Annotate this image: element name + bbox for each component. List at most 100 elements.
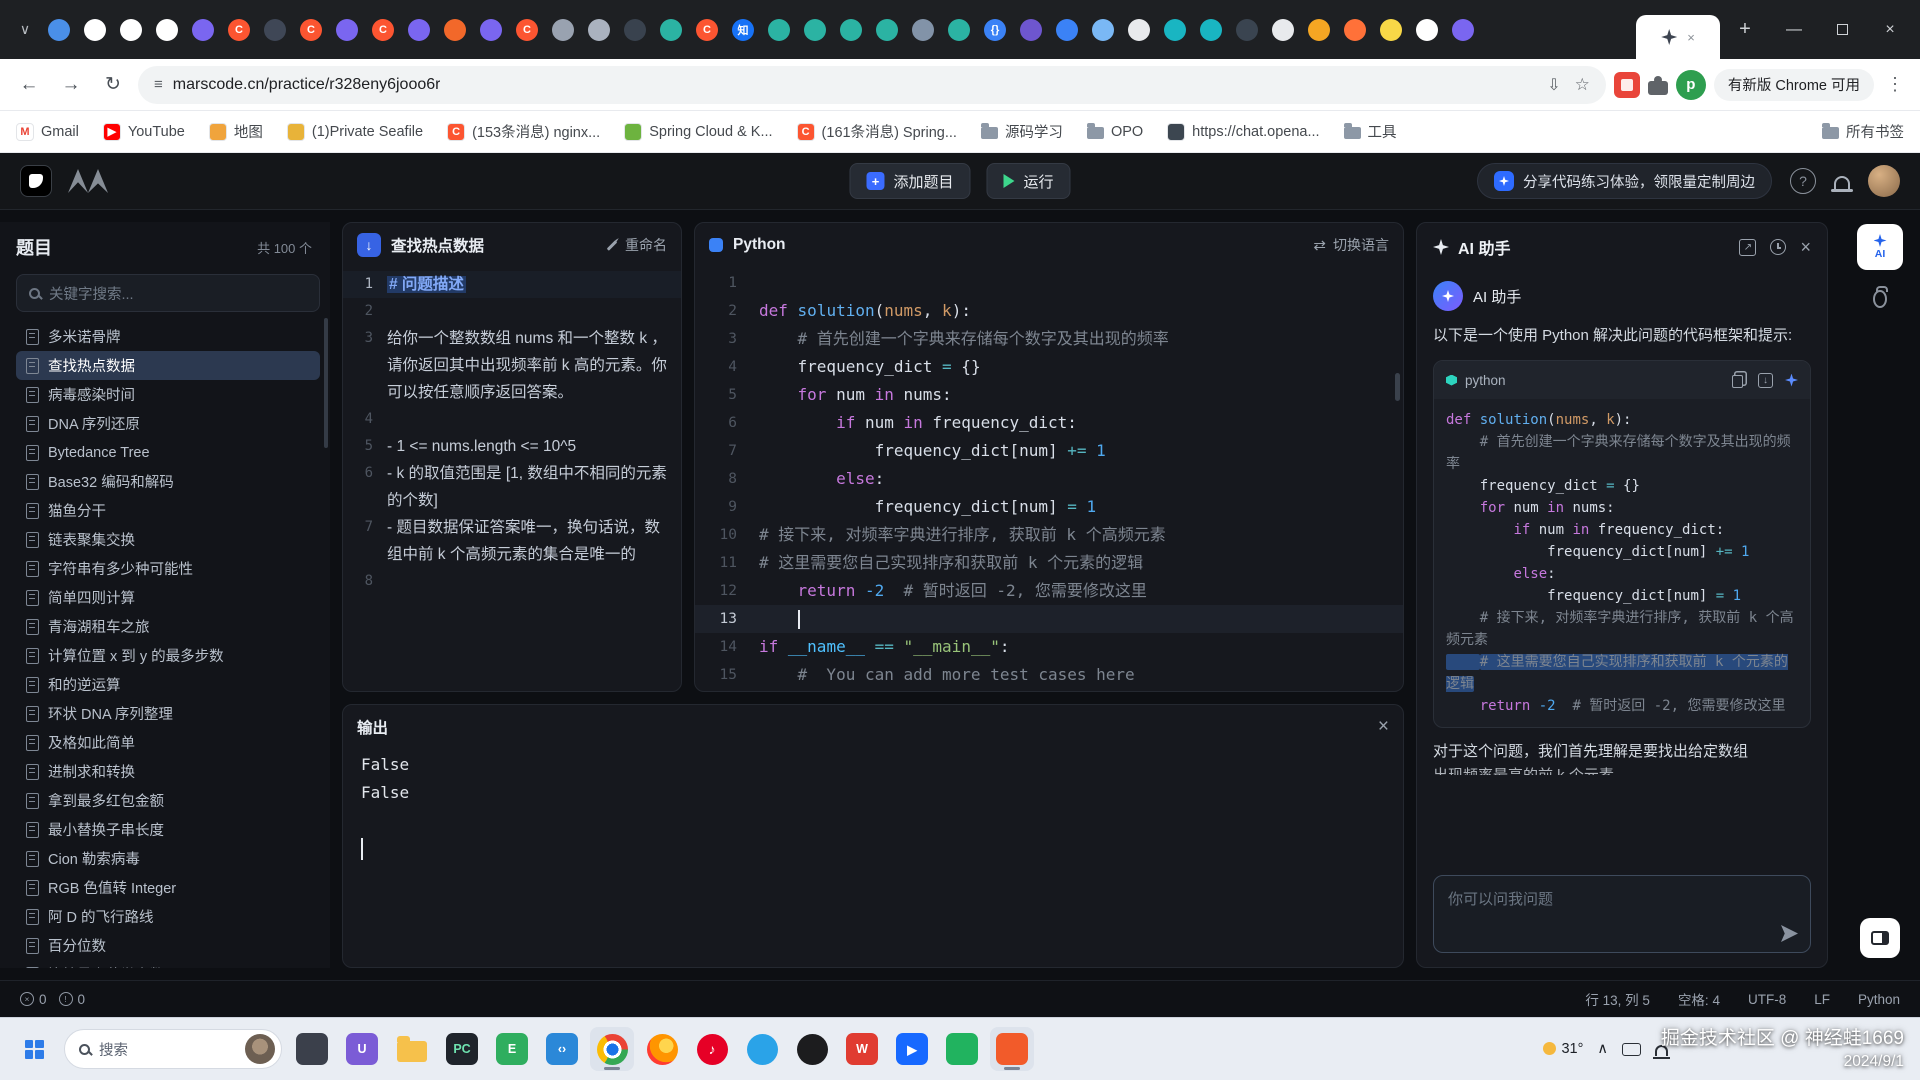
code-line[interactable]: 9 frequency_dict[num] = 1 — [695, 493, 1403, 521]
marscode-logo-icon[interactable] — [68, 169, 108, 193]
code-line[interactable]: 15 # You can add more test cases here — [695, 661, 1403, 689]
history-icon[interactable] — [1770, 239, 1786, 255]
problem-editor[interactable]: 1# 问题描述23给你一个整数数组 nums 和一个整数 k ，请你返回其中出现… — [343, 267, 681, 691]
taskbar-file-explorer[interactable] — [290, 1027, 334, 1071]
code-line[interactable]: 8 else: — [695, 465, 1403, 493]
panel-toggle-button[interactable] — [1860, 918, 1900, 958]
sidebar-item[interactable]: Base32 编码和解码 — [16, 467, 320, 496]
bookmark-item[interactable]: C(161条消息) Spring... — [797, 121, 957, 142]
tab-favicon[interactable] — [948, 19, 970, 41]
sidebar-scrollbar[interactable] — [324, 318, 328, 448]
tab-favicon[interactable]: {} — [984, 19, 1006, 41]
tab-favicon[interactable] — [192, 19, 214, 41]
taskbar-vscode[interactable]: ‹› — [540, 1027, 584, 1071]
chrome-update-button[interactable]: 有新版 Chrome 可用 — [1714, 69, 1874, 101]
tab-favicon[interactable] — [264, 19, 286, 41]
window-minimize-button[interactable]: — — [1770, 0, 1818, 59]
tab-favicon[interactable] — [1272, 19, 1294, 41]
bookmark-item[interactable]: https://chat.opena... — [1167, 123, 1319, 141]
tab-favicon[interactable] — [480, 19, 502, 41]
active-tab[interactable]: × — [1636, 15, 1720, 59]
extensions-puzzle-icon[interactable] — [1648, 81, 1668, 95]
code-line[interactable]: 1 — [695, 269, 1403, 297]
taskbar-telegram[interactable] — [740, 1027, 784, 1071]
sidebar-item[interactable]: 计算位置 x 到 y 的最多步数 — [16, 641, 320, 670]
tab-favicon[interactable] — [804, 19, 826, 41]
tab-favicon[interactable]: C — [228, 19, 250, 41]
taskbar-capture-app[interactable] — [990, 1027, 1034, 1071]
sidebar-item[interactable]: 最小替换子串长度 — [16, 815, 320, 844]
taskbar-dark-app[interactable] — [790, 1027, 834, 1071]
code-line[interactable]: 3 # 首先创建一个字典来存储每个数字及其出现的频率 — [695, 325, 1403, 353]
tab-favicon[interactable] — [84, 19, 106, 41]
bookmark-item[interactable]: C(153条消息) nginx... — [447, 121, 600, 142]
window-close-button[interactable]: × — [1866, 0, 1914, 59]
tab-favicon[interactable] — [1020, 19, 1042, 41]
reload-button[interactable]: ↻ — [96, 68, 130, 102]
eol-setting[interactable]: LF — [1814, 992, 1830, 1007]
bookmark-star-icon[interactable]: ☆ — [1575, 75, 1590, 95]
share-banner[interactable]: 分享代码练习体验，领限量定制周边 — [1477, 163, 1772, 199]
tab-favicon[interactable]: C — [300, 19, 322, 41]
code-editor[interactable]: 12def solution(nums, k):3 # 首先创建一个字典来存储每… — [695, 267, 1403, 691]
sidebar-item[interactable]: 环状 DNA 序列整理 — [16, 699, 320, 728]
code-line[interactable]: 14if __name__ == "__main__": — [695, 633, 1403, 661]
sidebar-item[interactable]: Cion 勒索病毒 — [16, 844, 320, 873]
browser-menu-icon[interactable]: ⋮ — [1882, 74, 1908, 95]
tab-favicon[interactable] — [336, 19, 358, 41]
indent-setting[interactable]: 空格: 4 — [1678, 989, 1720, 1009]
tab-favicon[interactable] — [840, 19, 862, 41]
send-icon[interactable] — [1781, 925, 1798, 942]
sidebar-item[interactable]: 阿 D 的飞行路线 — [16, 902, 320, 931]
sidebar-item[interactable]: 和的逆运算 — [16, 670, 320, 699]
sidebar-item[interactable]: 百分位数 — [16, 931, 320, 960]
code-line[interactable]: 11# 这里需要您自己实现排序和获取前 k 个元素的逻辑 — [695, 549, 1403, 577]
tab-favicon[interactable] — [1092, 19, 1114, 41]
sidebar-item[interactable]: 拿到最多红包金额 — [16, 786, 320, 815]
problems-warnings[interactable]: ! 0 — [59, 992, 86, 1007]
tab-favicon[interactable] — [408, 19, 430, 41]
code-line[interactable]: 10# 接下来, 对频率字典进行排序, 获取前 k 个高频元素 — [695, 521, 1403, 549]
copy-code-icon[interactable] — [1732, 375, 1743, 388]
sidebar-item[interactable]: 多米诺骨牌 — [16, 322, 320, 351]
tab-favicon[interactable] — [768, 19, 790, 41]
taskbar-folder-app[interactable] — [390, 1027, 434, 1071]
ime-keyboard-icon[interactable] — [1622, 1043, 1641, 1056]
install-app-icon[interactable]: ⇩ — [1547, 75, 1560, 95]
tab-favicon[interactable] — [1236, 19, 1258, 41]
weather-widget[interactable]: 31° — [1543, 1041, 1583, 1057]
sidebar-item[interactable]: Bytedance Tree — [16, 438, 320, 467]
extension-badge-icon[interactable] — [1614, 72, 1640, 98]
editor-scrollbar[interactable] — [1395, 373, 1400, 401]
insert-code-icon[interactable]: ↓ — [1758, 373, 1773, 388]
tab-favicon[interactable]: 知 — [732, 19, 754, 41]
tab-search-button[interactable]: ∨ — [10, 15, 40, 45]
sidebar-item[interactable]: RGB 色值转 Integer — [16, 873, 320, 902]
new-chat-icon[interactable]: ↗ — [1739, 239, 1756, 256]
profile-avatar[interactable]: p — [1676, 70, 1706, 100]
language-mode[interactable]: Python — [1858, 992, 1900, 1007]
tab-favicon[interactable] — [444, 19, 466, 41]
tab-favicon[interactable]: C — [372, 19, 394, 41]
bookmark-item[interactable]: 工具 — [1344, 121, 1397, 142]
add-problem-button[interactable]: + 添加题目 — [849, 163, 970, 199]
window-maximize-button[interactable] — [1818, 0, 1866, 59]
sidebar-item[interactable]: 病毒感染时间 — [16, 380, 320, 409]
sidebar-item[interactable]: 简单四则计算 — [16, 583, 320, 612]
sidebar-item[interactable]: DNA 序列还原 — [16, 409, 320, 438]
problems-errors[interactable]: × 0 — [20, 992, 47, 1007]
tab-favicon[interactable] — [1308, 19, 1330, 41]
back-button[interactable]: ← — [12, 68, 46, 102]
tab-favicon[interactable] — [156, 19, 178, 41]
tab-favicon[interactable] — [912, 19, 934, 41]
taskbar-green-app[interactable] — [940, 1027, 984, 1071]
tab-favicon[interactable] — [588, 19, 610, 41]
tab-favicon[interactable] — [1164, 19, 1186, 41]
cursor-position[interactable]: 行 13, 列 5 — [1585, 989, 1650, 1009]
tab-favicon[interactable]: C — [516, 19, 538, 41]
ai-code-block[interactable]: def solution(nums, k): # 首先创建一个字典来存储每个数字… — [1434, 399, 1810, 727]
help-button[interactable]: ? — [1790, 168, 1816, 194]
taskbar-music-app[interactable]: ♪ — [690, 1027, 734, 1071]
encoding[interactable]: UTF-8 — [1748, 992, 1786, 1007]
sidebar-item[interactable]: 链表聚集交换 — [16, 525, 320, 554]
